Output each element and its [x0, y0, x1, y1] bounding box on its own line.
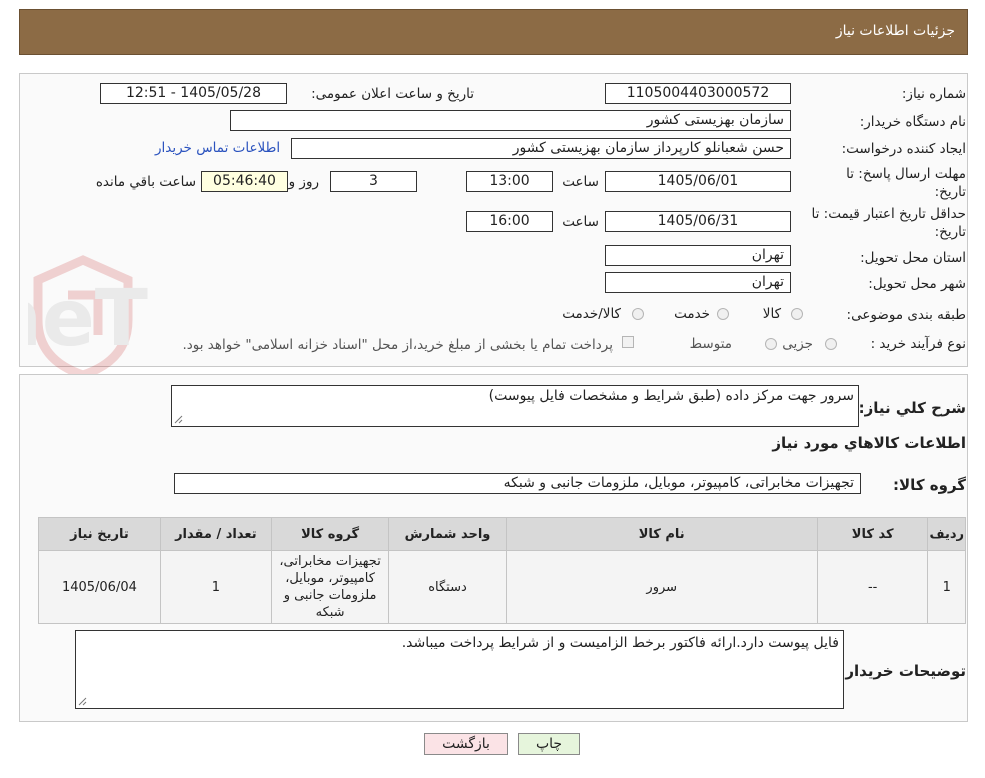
category-option-service: خدمت [674, 306, 710, 322]
price-validity-label-date: تاریخ: [934, 224, 966, 240]
cell-item-group: تجهیزات مخابراتی، کامپیوتر، موبایل، ملزو… [270, 550, 390, 624]
process-radio-minor[interactable] [825, 338, 837, 350]
items-table: رديف کد کالا نام کالا واحد شمارش گروه کا… [38, 517, 966, 624]
treasury-payment-checkbox[interactable] [622, 336, 634, 348]
col-item-code: کد کالا [816, 517, 929, 551]
buyer-org-field: سازمان بهزیستی کشور [230, 110, 791, 131]
page-header: جزئیات اطلاعات نیاز [19, 9, 968, 55]
col-need-date: تاریخ نیاز [38, 517, 161, 551]
price-validity-date-field: 1405/06/31 [605, 211, 791, 232]
cell-need-date: 1405/06/04 [38, 550, 161, 624]
buyer-org-label: نام دستگاه خریدار: [859, 114, 966, 130]
response-time-label: ساعت [562, 174, 599, 190]
goods-group-label: گروه کالا: [893, 476, 966, 494]
treasury-payment-note: پرداخت تمام یا بخشی از مبلغ خرید،از محل … [182, 337, 613, 353]
need-summary-label: شرح کلي نياز: [858, 399, 966, 417]
items-table-header: رديف کد کالا نام کالا واحد شمارش گروه کا… [38, 517, 966, 551]
buyer-contact-link[interactable]: اطلاعات تماس خریدار [155, 140, 280, 156]
remaining-time-field: 05:46:40 [201, 171, 288, 192]
print-button[interactable]: چاپ [518, 733, 580, 755]
need-summary-field: سرور جهت مرکز داده (طبق شرایط و مشخصات ف… [171, 385, 859, 427]
resize-grip-icon[interactable] [78, 697, 87, 706]
response-deadline-label-date: تاریخ: [934, 184, 966, 200]
process-option-medium: متوسط [689, 336, 732, 352]
price-validity-time-field: 16:00 [466, 211, 553, 232]
requester-label: ایجاد کننده درخواست: [841, 141, 966, 157]
resize-grip-icon[interactable] [174, 415, 183, 424]
days-field: 3 [330, 171, 417, 192]
delivery-province-field: تهران [605, 245, 791, 266]
table-row: 1 -- سرور دستگاه تجهیزات مخابراتی، کامپی… [38, 550, 966, 624]
response-date-field: 1405/06/01 [605, 171, 791, 192]
price-validity-time-label: ساعت [562, 214, 599, 230]
cell-unit: دستگاه [388, 550, 507, 624]
process-radio-medium[interactable] [765, 338, 777, 350]
col-quantity: تعداد / مقدار [159, 517, 272, 551]
cell-row-number: 1 [927, 550, 966, 624]
category-radio-goods-service[interactable] [632, 308, 644, 320]
col-item-name: نام کالا [505, 517, 818, 551]
process-label: نوع فرآیند خرید : [870, 336, 966, 352]
buyer-notes-field: فایل پیوست دارد.ارائه فاکتور برخط الزامی… [75, 630, 844, 709]
buyer-notes-label: توضيحات خريدار: [839, 662, 966, 680]
cell-quantity: 1 [159, 550, 272, 624]
need-number-field: 1105004403000572 [605, 83, 791, 104]
category-radio-goods[interactable] [791, 308, 803, 320]
delivery-city-field: تهران [605, 272, 791, 293]
col-row-number: رديف [927, 517, 966, 551]
requester-field: حسن شعبانلو کارپرداز سازمان بهزیستی کشور [291, 138, 791, 159]
goods-info-title: اطلاعات کالاهاي مورد نياز [772, 434, 966, 452]
process-option-minor: جزیی [782, 336, 813, 352]
category-option-goods-service: کالا/خدمت [562, 306, 621, 322]
price-validity-label: حداقل تاریخ اعتبار قیمت: تا [811, 206, 966, 222]
need-number-label: شماره نیاز: [901, 86, 966, 102]
category-label: طبقه بندی موضوعی: [846, 307, 966, 323]
response-deadline-label: مهلت ارسال پاسخ: تا [846, 166, 966, 182]
category-option-goods: کالا [762, 306, 781, 322]
category-radio-service[interactable] [717, 308, 729, 320]
buyer-notes-text: فایل پیوست دارد.ارائه فاکتور برخط الزامی… [401, 635, 839, 651]
response-time-field: 13:00 [466, 171, 553, 192]
remaining-time-label: ساعت باقي مانده [95, 174, 196, 190]
back-button[interactable]: بازگشت [424, 733, 508, 755]
goods-group-field: تجهیزات مخابراتی، کامپیوتر، موبایل، ملزو… [174, 473, 861, 494]
need-summary-text: سرور جهت مرکز داده (طبق شرایط و مشخصات ف… [488, 388, 854, 404]
col-item-group: گروه کالا [270, 517, 390, 551]
days-label: روز و [288, 174, 319, 190]
announce-datetime-label: تاریخ و ساعت اعلان عمومی: [311, 86, 474, 102]
delivery-city-label: شهر محل تحویل: [868, 276, 966, 292]
delivery-province-label: استان محل تحویل: [860, 250, 966, 266]
col-unit: واحد شمارش [388, 517, 507, 551]
announce-datetime-field: 1405/05/28 - 12:51 [100, 83, 287, 104]
cell-item-code: -- [816, 550, 929, 624]
cell-item-name: سرور [505, 550, 818, 624]
page-title: جزئیات اطلاعات نیاز [835, 23, 955, 39]
